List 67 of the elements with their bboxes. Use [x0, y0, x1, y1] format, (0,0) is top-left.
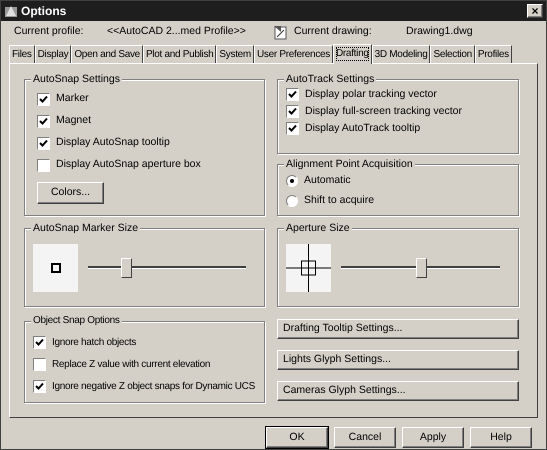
checkbox[interactable]: [286, 88, 299, 101]
group-title: Alignment Point Acquisition: [284, 157, 415, 171]
checkbox-label[interactable]: Marker: [56, 91, 89, 107]
checkbox-label[interactable]: Magnet: [56, 113, 92, 129]
checkbox[interactable]: [37, 136, 50, 150]
tab[interactable]: Drafting: [332, 44, 372, 64]
tab[interactable]: Files: [9, 45, 35, 63]
tab[interactable]: Selection: [430, 45, 475, 63]
tab[interactable]: System: [216, 45, 254, 63]
dialog-button[interactable]: Cancel: [334, 427, 396, 448]
group-title: AutoSnap Settings: [31, 72, 122, 86]
checkbox[interactable]: [33, 336, 46, 348]
check-icon: [39, 94, 48, 104]
tab[interactable]: Display: [34, 45, 72, 63]
checkbox[interactable]: [37, 92, 50, 106]
slider-track[interactable]: [341, 256, 500, 278]
colors-button[interactable]: Colors...: [37, 182, 104, 204]
check-icon: [39, 116, 48, 126]
window-title: Options: [21, 3, 68, 20]
checkbox-label[interactable]: Display AutoTrack tooltip: [305, 120, 420, 136]
tab[interactable]: Open and Save: [71, 45, 143, 63]
square-marker-icon: [50, 262, 60, 272]
slider-thumb[interactable]: [416, 258, 426, 278]
crosshair-icon: [286, 244, 331, 292]
tab[interactable]: Plot and Publish: [142, 45, 216, 63]
group-title: Object Snap Options: [31, 314, 122, 328]
close-button[interactable]: ×: [527, 4, 543, 18]
checkbox[interactable]: [37, 158, 50, 172]
drawing-label: Current drawing:: [294, 24, 373, 40]
app-icon: [4, 4, 18, 18]
checkbox-label[interactable]: Replace Z value with current elevation: [52, 356, 210, 372]
tab[interactable]: User Preferences: [254, 45, 333, 63]
settings-button[interactable]: Lights Glyph Settings...: [277, 350, 519, 370]
check-icon: [39, 138, 48, 148]
checkbox-label[interactable]: Ignore hatch objects: [52, 334, 136, 350]
checkbox[interactable]: [33, 380, 46, 392]
tab[interactable]: Profiles: [474, 45, 512, 63]
dialog-button[interactable]: Help: [470, 427, 532, 448]
checkbox[interactable]: [286, 122, 299, 135]
check-icon: [35, 382, 44, 390]
radio-button[interactable]: [286, 195, 298, 207]
group-title: Aperture Size: [284, 221, 352, 235]
group-title: AutoTrack Settings: [284, 72, 376, 86]
checkbox-label[interactable]: Display full-screen tracking vector: [305, 104, 462, 120]
checkbox[interactable]: [37, 114, 50, 128]
slider-thumb[interactable]: [120, 258, 132, 278]
check-icon: [35, 338, 44, 346]
profile-value: <<AutoCAD 2...med Profile>>: [107, 24, 247, 40]
checkbox-label[interactable]: Ignore negative Z object snaps for Dynamic UCS: [52, 378, 255, 394]
dialog-button[interactable]: OK: [266, 427, 328, 448]
checkbox[interactable]: [33, 358, 46, 370]
checkbox[interactable]: [286, 105, 299, 118]
radio-label[interactable]: Automatic: [304, 173, 351, 189]
settings-button[interactable]: Drafting Tooltip Settings...: [277, 319, 519, 339]
radio-button[interactable]: [286, 175, 298, 187]
settings-button[interactable]: Cameras Glyph Settings...: [277, 381, 519, 401]
drawing-icon: [272, 24, 288, 40]
radio-label[interactable]: Shift to acquire: [304, 193, 374, 209]
profile-label: Current profile:: [14, 24, 84, 40]
checkbox-label[interactable]: Display polar tracking vector: [305, 86, 437, 102]
slider-track[interactable]: [88, 256, 246, 278]
checkbox-label[interactable]: Display AutoSnap aperture box: [56, 157, 201, 173]
checkbox-label[interactable]: Display AutoSnap tooltip: [56, 135, 170, 151]
dialog-button[interactable]: Apply: [402, 427, 464, 448]
tab[interactable]: 3D Modeling: [372, 45, 430, 63]
drawing-value: Drawing1.dwg: [406, 24, 473, 40]
group-title: AutoSnap Marker Size: [31, 221, 140, 235]
